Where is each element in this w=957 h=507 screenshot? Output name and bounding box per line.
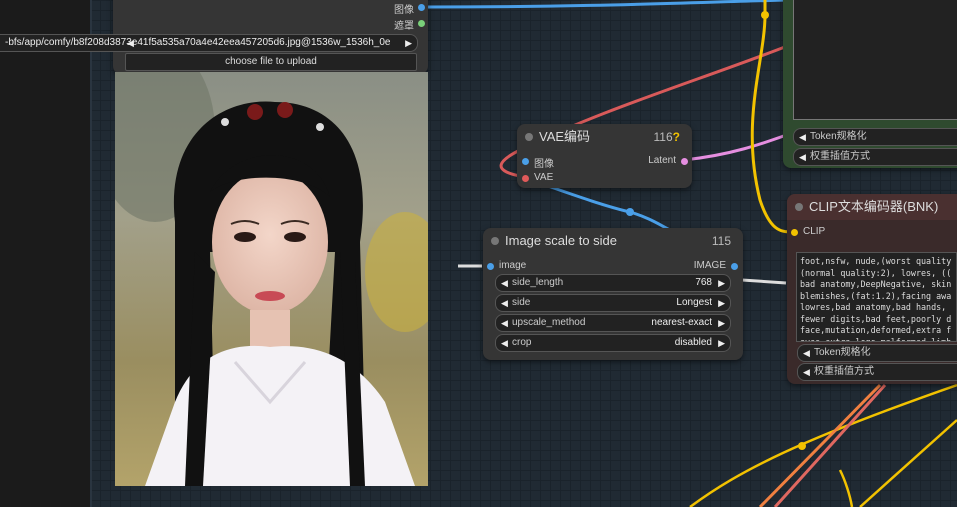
wire-bottom-orange2 (773, 383, 887, 507)
upload-button[interactable]: choose file to upload (125, 53, 417, 71)
image-path-value: -bfs/app/comfy/b8f208d3873e41f5a535a70a4… (5, 37, 390, 48)
vae-input-vae[interactable]: VAE (522, 172, 554, 183)
scale-node-title: Image scale to side (505, 233, 618, 248)
token-normalization-label-top: Token规格化 (810, 131, 867, 142)
wire-reroute-dot (626, 208, 634, 216)
side-value: Longest (676, 297, 712, 308)
clip-input-label: CLIP (803, 226, 826, 237)
output-mask-port[interactable]: 遮罩 (394, 17, 425, 32)
scale-node-id: 115 (711, 234, 731, 248)
clip-node-header[interactable]: CLIP文本编码器(BNK) (787, 194, 957, 220)
image-scale-node[interactable]: Image scale to side 115 image IMAGE ◀ si… (483, 228, 743, 360)
vae-input-image-dot[interactable] (522, 158, 529, 165)
vae-node-header[interactable]: VAE编码 116? (517, 124, 692, 150)
weight-interpretation-label: 权重插值方式 (814, 366, 874, 377)
decrement-icon[interactable]: ◀ (501, 275, 508, 291)
prev-option-icon[interactable]: ◀ (803, 364, 810, 380)
image-next-icon[interactable]: ▶ (405, 35, 412, 51)
prev-option-icon[interactable]: ◀ (803, 345, 810, 361)
wire-image-top (424, 0, 791, 9)
wire-bottom-dot (798, 442, 806, 450)
wire-clip-dot (761, 11, 769, 19)
vae-input-image-label: 图像 (534, 159, 554, 170)
crop-value: disabled (674, 337, 712, 348)
prev-option-icon[interactable]: ◀ (501, 315, 508, 331)
vae-output-latent[interactable]: Latent (648, 155, 688, 166)
prev-option-icon[interactable]: ◀ (501, 335, 508, 351)
side-widget[interactable]: ◀ side Longest ▶ (495, 294, 731, 312)
top-right-node[interactable]: ◀ Token规格化 ◀ 权重插值方式 (783, 0, 957, 168)
scale-input-image[interactable]: image (487, 260, 527, 271)
weight-interpretation-widget[interactable]: ◀ 权重插值方式 (797, 363, 957, 381)
vae-node-id: 116 (653, 130, 673, 144)
vae-input-vae-label: VAE (534, 172, 554, 183)
crop-label: crop (512, 337, 532, 348)
wire-bottom-orange1 (758, 383, 882, 507)
vae-encode-node[interactable]: VAE编码 116? 图像 VAE Latent (517, 124, 692, 188)
output-image-port[interactable]: 图像 (394, 1, 425, 16)
side-length-widget[interactable]: ◀ side_length 768 ▶ (495, 274, 731, 292)
side-length-value: 768 (695, 277, 712, 288)
vae-output-latent-label: Latent (648, 155, 676, 166)
prev-option-icon[interactable]: ◀ (799, 149, 806, 165)
top-right-node-text-area[interactable] (793, 0, 957, 120)
prev-option-icon[interactable]: ◀ (799, 129, 806, 145)
scale-output-image[interactable]: IMAGE (693, 260, 738, 271)
collapse-dot-icon[interactable] (525, 133, 533, 141)
output-mask-dot[interactable] (418, 20, 425, 27)
scale-node-header[interactable]: Image scale to side 115 (483, 228, 743, 254)
increment-icon[interactable]: ▶ (718, 275, 725, 291)
collapse-dot-icon[interactable] (795, 203, 803, 211)
next-option-icon[interactable]: ▶ (718, 335, 725, 351)
upscale-method-widget[interactable]: ◀ upscale_method nearest-exact ▶ (495, 314, 731, 332)
output-mask-label: 遮罩 (394, 21, 414, 32)
upscale-method-value: nearest-exact (651, 317, 712, 328)
clip-input[interactable]: CLIP (791, 226, 826, 237)
upscale-method-label: upscale_method (512, 317, 586, 328)
scale-input-image-label: image (499, 260, 527, 271)
vae-output-latent-dot[interactable] (681, 158, 688, 165)
output-image-label: 图像 (394, 5, 414, 16)
wire-white-right (741, 278, 787, 285)
vae-input-image[interactable]: 图像 (522, 155, 554, 170)
weight-interpretation-widget-top[interactable]: ◀ 权重插值方式 (793, 148, 957, 166)
next-option-icon[interactable]: ▶ (718, 295, 725, 311)
vae-node-id-wrap: 116? (654, 124, 680, 150)
vae-node-title: VAE编码 (539, 129, 591, 144)
token-normalization-widget[interactable]: ◀ Token规格化 (797, 344, 957, 362)
warning-icon: ? (672, 130, 680, 144)
side-length-label: side_length (512, 277, 564, 288)
image-path-select[interactable]: ◀ -bfs/app/comfy/b8f208d3873e41f5a535a70… (0, 34, 418, 52)
output-image-dot[interactable] (418, 4, 425, 11)
scale-output-image-label: IMAGE (693, 260, 726, 271)
crop-widget[interactable]: ◀ crop disabled ▶ (495, 334, 731, 352)
prev-option-icon[interactable]: ◀ (501, 295, 508, 311)
clip-node-title: CLIP文本编码器(BNK) (809, 199, 939, 214)
scale-input-image-dot[interactable] (487, 263, 494, 270)
image-preview (115, 72, 428, 486)
wire-bottom-yellow3 (838, 469, 854, 507)
side-label: side (512, 297, 531, 308)
vae-input-vae-dot[interactable] (522, 175, 529, 182)
wire-bottom-yellow (689, 383, 957, 507)
token-normalization-label: Token规格化 (814, 347, 871, 358)
next-option-icon[interactable]: ▶ (718, 315, 725, 331)
scale-output-image-dot[interactable] (731, 263, 738, 270)
clip-input-dot[interactable] (791, 229, 798, 236)
clip-prompt-textarea[interactable]: foot,nsfw, nude,(worst quality (normal q… (796, 252, 957, 342)
wire-bottom-yellow2 (859, 419, 957, 507)
weight-interpretation-label-top: 权重插值方式 (810, 151, 870, 162)
collapse-dot-icon[interactable] (491, 237, 499, 245)
token-normalization-widget-top[interactable]: ◀ Token规格化 (793, 128, 957, 146)
